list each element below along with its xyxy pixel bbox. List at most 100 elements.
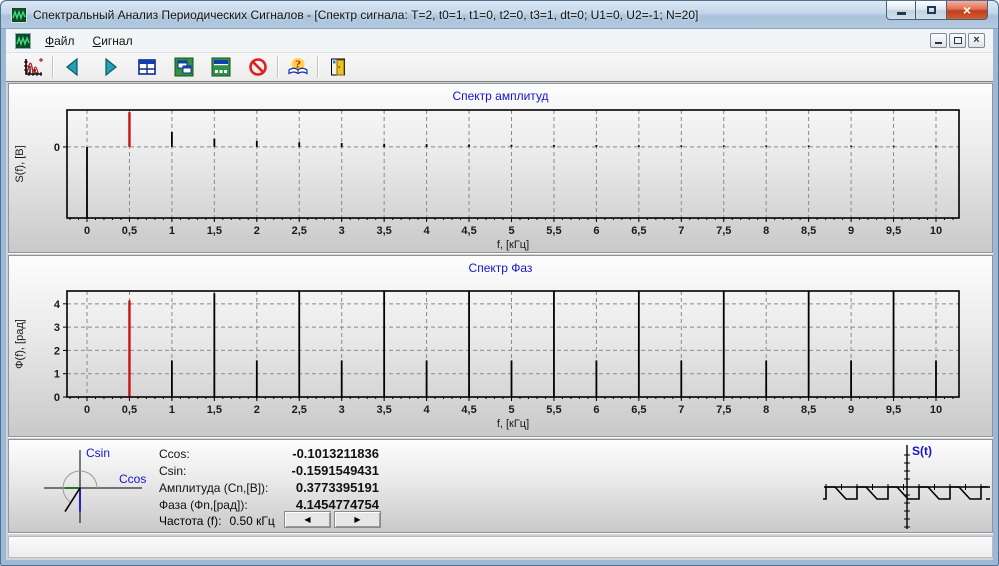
- svg-text:0,5: 0,5: [122, 404, 137, 416]
- frequency-label: Частота (f):: [159, 514, 221, 528]
- svg-text:f, [кГц]: f, [кГц]: [497, 239, 529, 251]
- svg-text:2: 2: [54, 345, 60, 357]
- table-icon: [137, 57, 157, 77]
- toolbar-button-spectrum[interactable]: [14, 54, 51, 80]
- spectrum-chart-icon: [22, 56, 44, 78]
- svg-text:4: 4: [424, 225, 431, 237]
- svg-text:0: 0: [84, 404, 90, 416]
- toolbar-button-tile[interactable]: [202, 54, 239, 80]
- svg-text:6: 6: [593, 225, 599, 237]
- svg-text:8,5: 8,5: [801, 404, 816, 416]
- mdi-close-icon: ×: [973, 35, 979, 46]
- next-harmonic-icon: ▶: [354, 515, 360, 524]
- close-icon: ×: [963, 2, 971, 18]
- title-bar[interactable]: Спектральный Анализ Периодических Сигнал…: [1, 1, 998, 29]
- svg-text:8,5: 8,5: [801, 225, 816, 237]
- svg-text:1: 1: [169, 404, 175, 416]
- svg-text:5: 5: [508, 404, 514, 416]
- svg-text:Ф(f), [рад]: Ф(f), [рад]: [14, 319, 26, 369]
- svg-text:3: 3: [339, 225, 345, 237]
- svg-text:3,5: 3,5: [377, 225, 392, 237]
- svg-text:0: 0: [54, 392, 60, 404]
- svg-text:0,5: 0,5: [122, 225, 137, 237]
- mdi-window-controls: ×: [930, 33, 985, 48]
- svg-text:9,5: 9,5: [886, 404, 901, 416]
- next-arrow-icon: [100, 57, 120, 77]
- svg-text:4,5: 4,5: [461, 404, 476, 416]
- mdi-minimize-button[interactable]: [930, 33, 947, 48]
- svg-text:S(f), [B]: S(f), [B]: [14, 145, 26, 182]
- csin-axis-label: Csin: [86, 446, 110, 460]
- svg-text:9,5: 9,5: [886, 225, 901, 237]
- phasor-diagram: Csin Ccos: [9, 441, 159, 533]
- svg-text:6,5: 6,5: [631, 225, 646, 237]
- mdi-restore-button[interactable]: [949, 33, 966, 48]
- svg-text:6,5: 6,5: [631, 404, 646, 416]
- info-panel: Csin Ccos Ccos:-0.1013211836 Csin:-0.159…: [8, 439, 993, 533]
- svg-text:8: 8: [763, 225, 769, 237]
- minimize-button[interactable]: [886, 1, 916, 20]
- svg-text:7,5: 7,5: [716, 404, 731, 416]
- svg-text:f, [кГц]: f, [кГц]: [497, 418, 529, 430]
- svg-text:9: 9: [848, 404, 854, 416]
- prev-harmonic-button[interactable]: ◀: [284, 511, 331, 528]
- maximize-icon: [927, 6, 936, 14]
- svg-text:0: 0: [84, 225, 90, 237]
- toolbar-button-help[interactable]: ?: [279, 54, 316, 80]
- cascade-windows-icon: [174, 57, 194, 77]
- toolbar-button-exit[interactable]: [319, 54, 356, 80]
- svg-text:8: 8: [763, 404, 769, 416]
- app-icon: [11, 7, 27, 28]
- readout-row: Амплитуда (Cn,[B]):0.3773395191: [159, 479, 379, 496]
- readout-label: Ccos:: [159, 446, 287, 463]
- help-book-icon: ?: [287, 56, 309, 78]
- minimize-icon: [897, 12, 906, 15]
- stop-icon: [248, 57, 268, 77]
- harmonic-nav: ◀ ▶: [284, 511, 381, 528]
- menu-item-file[interactable]: Файл: [36, 32, 84, 50]
- svg-text:7,5: 7,5: [716, 225, 731, 237]
- svg-text:1,5: 1,5: [207, 404, 222, 416]
- maximize-button[interactable]: [916, 1, 946, 20]
- signal-preview-label: S(t): [912, 444, 932, 458]
- readout-value: -0.1591549431: [287, 462, 379, 479]
- next-harmonic-button[interactable]: ▶: [334, 511, 381, 528]
- svg-text:3,5: 3,5: [377, 404, 392, 416]
- prev-harmonic-icon: ◀: [304, 515, 310, 524]
- amplitude-panel: Спектр амплитуд 000,511,522,533,544,555,…: [8, 83, 993, 253]
- svg-text:4: 4: [54, 299, 61, 311]
- phase-panel: Спектр Фаз 0123400,511,522,533,544,555,5…: [8, 255, 993, 437]
- readout-row: Csin:-0.1591549431: [159, 462, 379, 479]
- menu-item-signal[interactable]: Сигнал: [84, 32, 142, 50]
- toolbar-button-table[interactable]: [128, 54, 165, 80]
- mdi-close-button[interactable]: ×: [968, 33, 985, 48]
- svg-text:7: 7: [678, 404, 684, 416]
- tile-windows-icon: [211, 57, 231, 77]
- readout-value: 0.3773395191: [287, 479, 379, 496]
- window-title: Спектральный Анализ Периодических Сигнал…: [33, 1, 698, 29]
- toolbar-button-next[interactable]: [91, 54, 128, 80]
- svg-text:4,5: 4,5: [461, 225, 476, 237]
- readout-row: Ccos:-0.1013211836: [159, 445, 379, 462]
- readout-label: Амплитуда (Cn,[B]):: [159, 480, 287, 497]
- toolbar-separator: [277, 56, 278, 78]
- svg-text:4: 4: [424, 404, 431, 416]
- toolbar-button-prev[interactable]: [54, 54, 91, 80]
- readout-label: Фаза (Фn,[рад]):: [159, 497, 287, 514]
- svg-text:3: 3: [54, 322, 60, 334]
- toolbar-button-stop[interactable]: [239, 54, 276, 80]
- readout: Ccos:-0.1013211836 Csin:-0.1591549431 Ам…: [159, 445, 379, 513]
- client-area: Спектр амплитуд 000,511,522,533,544,555,…: [6, 82, 993, 560]
- svg-text:2,5: 2,5: [292, 225, 307, 237]
- svg-text:7: 7: [678, 225, 684, 237]
- mdi-restore-icon: [954, 37, 962, 44]
- svg-text:5,5: 5,5: [546, 225, 561, 237]
- toolbar-button-cascade[interactable]: [165, 54, 202, 80]
- close-button[interactable]: ×: [946, 1, 988, 20]
- readout-value: -0.1013211836: [287, 445, 379, 462]
- frequency-value: 0.50 кГц: [229, 514, 274, 528]
- svg-text:3: 3: [339, 404, 345, 416]
- menu-bar: Файл Сигнал ×: [6, 29, 993, 53]
- toolbar: ?: [6, 53, 993, 81]
- toolbar-separator: [52, 56, 53, 78]
